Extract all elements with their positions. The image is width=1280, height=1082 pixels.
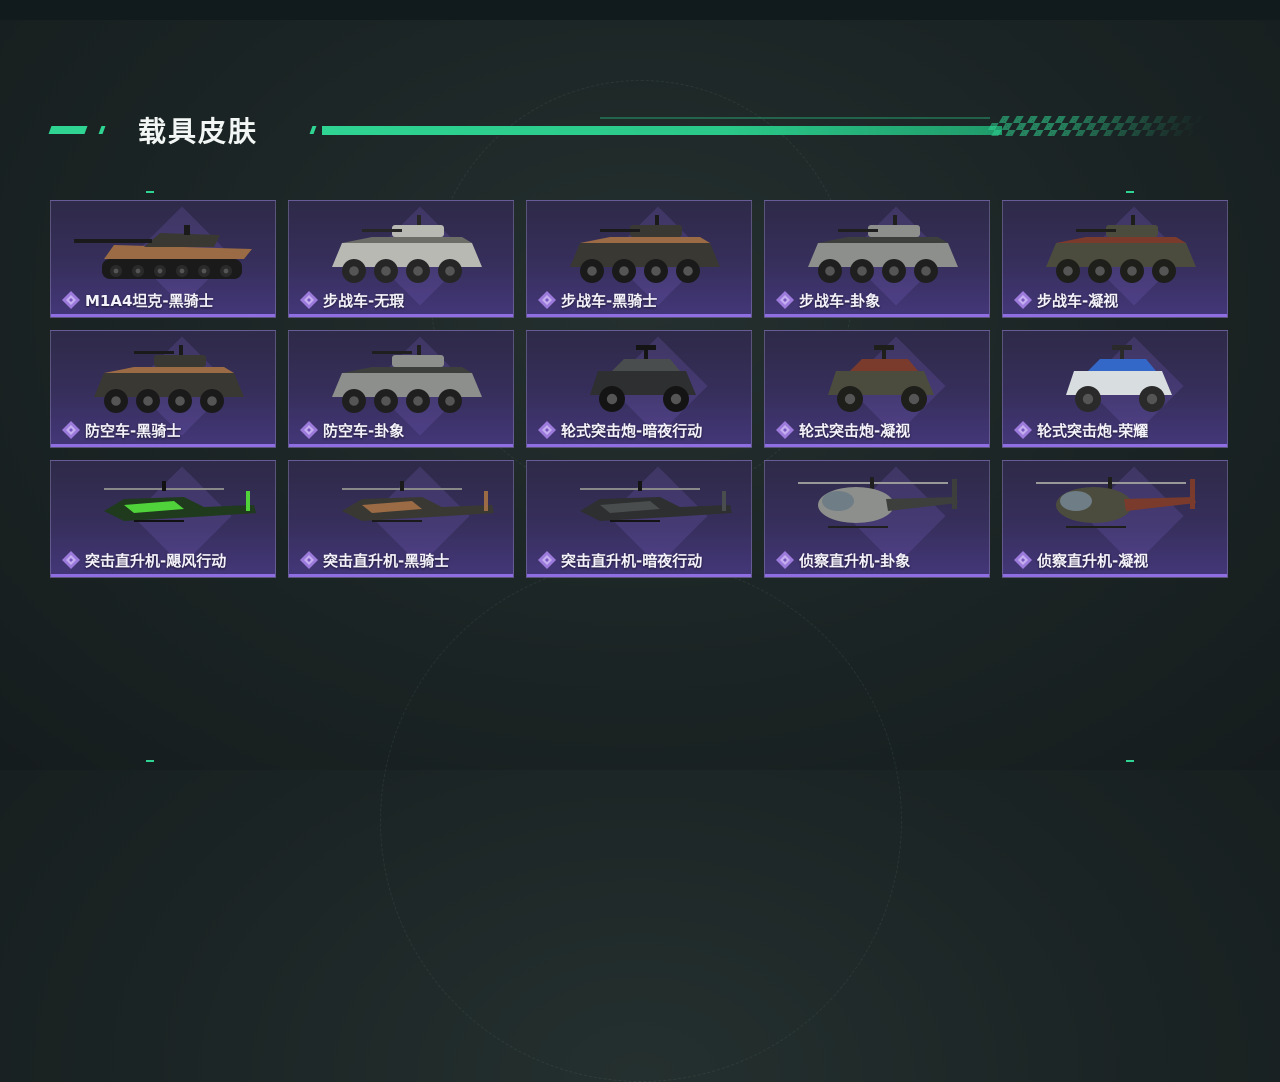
skin-label: 步战车-黑骑士 (537, 289, 657, 311)
skin-name: M1A4坦克-黑骑士 (85, 291, 214, 310)
skin-label: M1A4坦克-黑骑士 (61, 289, 214, 311)
header-checker-decor (984, 116, 1206, 136)
rarity-gem-icon (537, 290, 557, 310)
skin-label: 突击直升机-黑骑士 (299, 549, 449, 571)
skin-card[interactable]: 防空车-黑骑士 (50, 330, 276, 448)
buggy-vehicle-image (778, 337, 978, 419)
header-accent-bar (98, 126, 106, 134)
skin-name: 步战车-凝视 (1037, 291, 1119, 310)
skin-name: 突击直升机-暗夜行动 (561, 551, 703, 570)
skin-label: 侦察直升机-卦象 (775, 549, 910, 571)
skin-name: 步战车-卦象 (799, 291, 881, 310)
aa-vehicle-image (64, 337, 264, 419)
skin-label: 步战车-凝视 (1013, 289, 1118, 311)
skin-name: 轮式突击炮-暗夜行动 (561, 421, 703, 440)
buggy-vehicle-image (540, 337, 740, 419)
skin-card[interactable]: 步战车-凝视 (1002, 200, 1228, 318)
aa-vehicle-image (302, 337, 502, 419)
attackheli-vehicle-image (64, 467, 264, 549)
skin-card[interactable]: 防空车-卦象 (288, 330, 514, 448)
skin-name: 突击直升机-飓风行动 (85, 551, 227, 570)
skin-label: 轮式突击炮-凝视 (775, 419, 910, 441)
rarity-gem-icon (775, 550, 795, 570)
skin-card[interactable]: 侦察直升机-凝视 (1002, 460, 1228, 578)
ifv-vehicle-image (540, 207, 740, 289)
ifv-vehicle-image (302, 207, 502, 289)
rarity-gem-icon (61, 290, 81, 310)
rarity-gem-icon (299, 290, 319, 310)
skin-label: 突击直升机-暗夜行动 (537, 549, 702, 571)
ifv-vehicle-image (1016, 207, 1216, 289)
skin-label: 侦察直升机-凝视 (1013, 549, 1148, 571)
skin-label: 突击直升机-飓风行动 (61, 549, 226, 571)
skin-label: 步战车-卦象 (775, 289, 880, 311)
skin-name: 步战车-黑骑士 (561, 291, 658, 310)
rarity-gem-icon (1013, 290, 1033, 310)
rarity-gem-icon (775, 420, 795, 440)
skin-card[interactable]: 步战车-卦象 (764, 200, 990, 318)
corner-tick (1126, 191, 1134, 193)
attackheli-vehicle-image (540, 467, 740, 549)
skin-name: 突击直升机-黑骑士 (323, 551, 450, 570)
skin-card[interactable]: 步战车-黑骑士 (526, 200, 752, 318)
header-line (322, 126, 1002, 135)
ifv-vehicle-image (778, 207, 978, 289)
rarity-gem-icon (775, 290, 795, 310)
attackheli-vehicle-image (302, 467, 502, 549)
skin-card[interactable]: 轮式突击炮-凝视 (764, 330, 990, 448)
skin-card[interactable]: M1A4坦克-黑骑士 (50, 200, 276, 318)
rarity-gem-icon (61, 420, 81, 440)
buggy-vehicle-image (1016, 337, 1216, 419)
rarity-gem-icon (537, 420, 557, 440)
scoutheli-vehicle-image (778, 467, 978, 549)
top-band (0, 0, 1280, 20)
rarity-gem-icon (1013, 550, 1033, 570)
skin-card[interactable]: 轮式突击炮-荣耀 (1002, 330, 1228, 448)
skin-name: 轮式突击炮-荣耀 (1037, 421, 1149, 440)
corner-tick (1126, 760, 1134, 762)
rarity-gem-icon (537, 550, 557, 570)
skin-name: 轮式突击炮-凝视 (799, 421, 911, 440)
page-title: 载具皮肤 (138, 115, 259, 148)
header-accent-bar (48, 126, 88, 134)
corner-tick (146, 760, 154, 762)
rarity-gem-icon (299, 550, 319, 570)
skin-label: 防空车-黑骑士 (61, 419, 181, 441)
skin-label: 防空车-卦象 (299, 419, 404, 441)
skin-name: 步战车-无瑕 (323, 291, 405, 310)
section-header: 载具皮肤 (0, 108, 1280, 152)
skin-name: 防空车-黑骑士 (85, 421, 182, 440)
skin-label: 步战车-无瑕 (299, 289, 404, 311)
skin-card[interactable]: 步战车-无瑕 (288, 200, 514, 318)
header-thin-line (600, 117, 990, 119)
skin-name: 防空车-卦象 (323, 421, 405, 440)
skin-card[interactable]: 侦察直升机-卦象 (764, 460, 990, 578)
rarity-gem-icon (299, 420, 319, 440)
skin-name: 侦察直升机-凝视 (1037, 551, 1149, 570)
header-accent-bar (309, 126, 317, 134)
skin-card[interactable]: 轮式突击炮-暗夜行动 (526, 330, 752, 448)
rarity-gem-icon (1013, 420, 1033, 440)
bg-ring-decor (380, 560, 902, 1082)
rarity-gem-icon (61, 550, 81, 570)
skin-card[interactable]: 突击直升机-飓风行动 (50, 460, 276, 578)
skin-label: 轮式突击炮-暗夜行动 (537, 419, 702, 441)
skin-label: 轮式突击炮-荣耀 (1013, 419, 1148, 441)
corner-tick (146, 191, 154, 193)
skin-name: 侦察直升机-卦象 (799, 551, 911, 570)
scoutheli-vehicle-image (1016, 467, 1216, 549)
skin-card[interactable]: 突击直升机-暗夜行动 (526, 460, 752, 578)
tank-vehicle-image (64, 207, 264, 289)
skin-grid: M1A4坦克-黑骑士 步战车-无瑕 步战车-黑骑士 步战车-卦象 步战车-凝视 … (50, 200, 1230, 580)
skin-card[interactable]: 突击直升机-黑骑士 (288, 460, 514, 578)
